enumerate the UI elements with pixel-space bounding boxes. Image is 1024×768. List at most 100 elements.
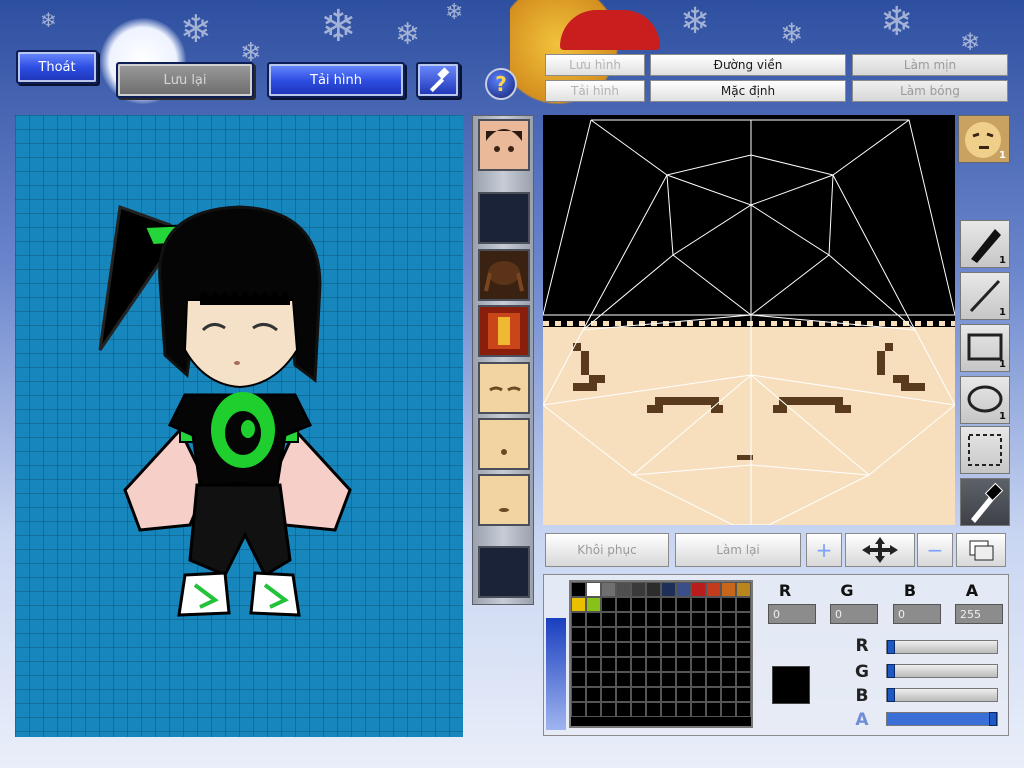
palette-color-cell[interactable] — [661, 627, 676, 642]
palette-color-cell[interactable] — [736, 687, 751, 702]
palette-color-cell[interactable] — [736, 582, 751, 597]
palette-color-cell[interactable] — [601, 597, 616, 612]
palette-color-cell[interactable] — [706, 702, 721, 717]
part-slot-hair[interactable] — [478, 249, 530, 301]
palette-color-cell[interactable] — [616, 672, 631, 687]
palette-color-cell[interactable] — [691, 687, 706, 702]
line-tool-button[interactable]: 1 — [960, 272, 1010, 320]
palette-color-cell[interactable] — [631, 627, 646, 642]
tab-outline[interactable]: Đường viền — [650, 54, 846, 76]
palette-color-cell[interactable] — [646, 672, 661, 687]
palette-color-cell[interactable] — [691, 657, 706, 672]
palette-color-cell[interactable] — [661, 582, 676, 597]
palette-color-cell[interactable] — [661, 702, 676, 717]
palette-color-cell[interactable] — [586, 612, 601, 627]
palette-color-cell[interactable] — [586, 672, 601, 687]
palette-color-cell[interactable] — [706, 582, 721, 597]
palette-color-cell[interactable] — [601, 582, 616, 597]
palette-color-cell[interactable] — [706, 642, 721, 657]
palette-color-cell[interactable] — [571, 612, 586, 627]
palette-color-cell[interactable] — [721, 597, 736, 612]
palette-color-cell[interactable] — [691, 627, 706, 642]
palette-color-cell[interactable] — [631, 702, 646, 717]
tab-load-image[interactable]: Tải hình — [545, 80, 645, 102]
palette-color-cell[interactable] — [676, 702, 691, 717]
palette-color-cell[interactable] — [691, 702, 706, 717]
palette-color-cell[interactable] — [571, 597, 586, 612]
tab-smooth[interactable]: Làm mịn — [852, 54, 1008, 76]
save-button[interactable]: Lưu lại — [116, 62, 254, 98]
palette-color-cell[interactable] — [706, 687, 721, 702]
palette-color-cell[interactable] — [676, 597, 691, 612]
red-slider[interactable] — [886, 640, 998, 654]
palette-color-cell[interactable] — [676, 687, 691, 702]
palette-color-cell[interactable] — [661, 657, 676, 672]
palette-color-cell[interactable] — [571, 687, 586, 702]
palette-color-cell[interactable] — [631, 582, 646, 597]
select-tool-button[interactable] — [960, 426, 1010, 474]
palette-color-cell[interactable] — [646, 642, 661, 657]
palette-color-cell[interactable] — [601, 612, 616, 627]
pen-tool-button[interactable]: 1 — [960, 220, 1010, 268]
part-slot-empty[interactable] — [478, 192, 530, 244]
rectangle-tool-button[interactable]: 1 — [960, 324, 1010, 372]
palette-color-cell[interactable] — [721, 642, 736, 657]
palette-color-cell[interactable] — [706, 672, 721, 687]
palette-color-cell[interactable] — [631, 612, 646, 627]
palette-color-cell[interactable] — [661, 612, 676, 627]
palette-color-cell[interactable] — [616, 702, 631, 717]
palette-color-cell[interactable] — [616, 582, 631, 597]
palette-color-cell[interactable] — [691, 582, 706, 597]
palette-color-cell[interactable] — [691, 612, 706, 627]
palette-color-cell[interactable] — [721, 687, 736, 702]
palette-color-cell[interactable] — [631, 597, 646, 612]
palette-color-cell[interactable] — [706, 597, 721, 612]
exit-button[interactable]: Thoát — [16, 50, 98, 84]
palette-color-cell[interactable] — [616, 642, 631, 657]
palette-color-cell[interactable] — [586, 582, 601, 597]
palette-color-cell[interactable] — [601, 657, 616, 672]
texture-editor-canvas[interactable] — [543, 115, 955, 525]
blue-value-input[interactable]: 0 — [893, 604, 941, 624]
palette-color-cell[interactable] — [601, 627, 616, 642]
help-button[interactable]: ? — [485, 68, 517, 100]
green-slider-handle[interactable] — [887, 664, 895, 678]
palette-color-cell[interactable] — [631, 657, 646, 672]
palette-page-tabs[interactable] — [546, 618, 566, 730]
palette-color-cell[interactable] — [631, 687, 646, 702]
part-slot-head[interactable] — [478, 119, 530, 171]
eyedropper-tool-button[interactable] — [960, 478, 1010, 526]
palette-color-cell[interactable] — [721, 702, 736, 717]
palette-color-cell[interactable] — [616, 612, 631, 627]
palette-color-cell[interactable] — [571, 582, 586, 597]
palette-color-cell[interactable] — [646, 657, 661, 672]
green-slider[interactable] — [886, 664, 998, 678]
restore-button[interactable]: Khôi phục — [545, 533, 669, 567]
remove-button[interactable]: − — [917, 533, 953, 567]
palette-color-cell[interactable] — [736, 597, 751, 612]
part-slot-body[interactable] — [478, 305, 530, 357]
palette-color-cell[interactable] — [571, 702, 586, 717]
palette-color-cell[interactable] — [676, 642, 691, 657]
palette-color-cell[interactable] — [676, 657, 691, 672]
palette-color-cell[interactable] — [601, 702, 616, 717]
red-slider-handle[interactable] — [887, 640, 895, 654]
palette-color-cell[interactable] — [631, 642, 646, 657]
green-value-input[interactable]: 0 — [830, 604, 878, 624]
palette-color-cell[interactable] — [646, 702, 661, 717]
palette-color-cell[interactable] — [646, 597, 661, 612]
alpha-value-input[interactable]: 255 — [955, 604, 1003, 624]
ellipse-tool-button[interactable]: 1 — [960, 376, 1010, 424]
palette-color-cell[interactable] — [646, 687, 661, 702]
palette-color-cell[interactable] — [586, 627, 601, 642]
reload-image-button[interactable]: Tải hình — [267, 62, 405, 98]
palette-color-cell[interactable] — [676, 612, 691, 627]
palette-color-cell[interactable] — [586, 657, 601, 672]
tab-save-image[interactable]: Lưu hình — [545, 54, 645, 76]
palette-color-cell[interactable] — [586, 642, 601, 657]
part-slot-empty[interactable] — [478, 546, 530, 598]
palette-color-cell[interactable] — [721, 582, 736, 597]
palette-color-cell[interactable] — [616, 597, 631, 612]
palette-color-cell[interactable] — [601, 642, 616, 657]
hammer-tool-button[interactable] — [416, 62, 460, 98]
